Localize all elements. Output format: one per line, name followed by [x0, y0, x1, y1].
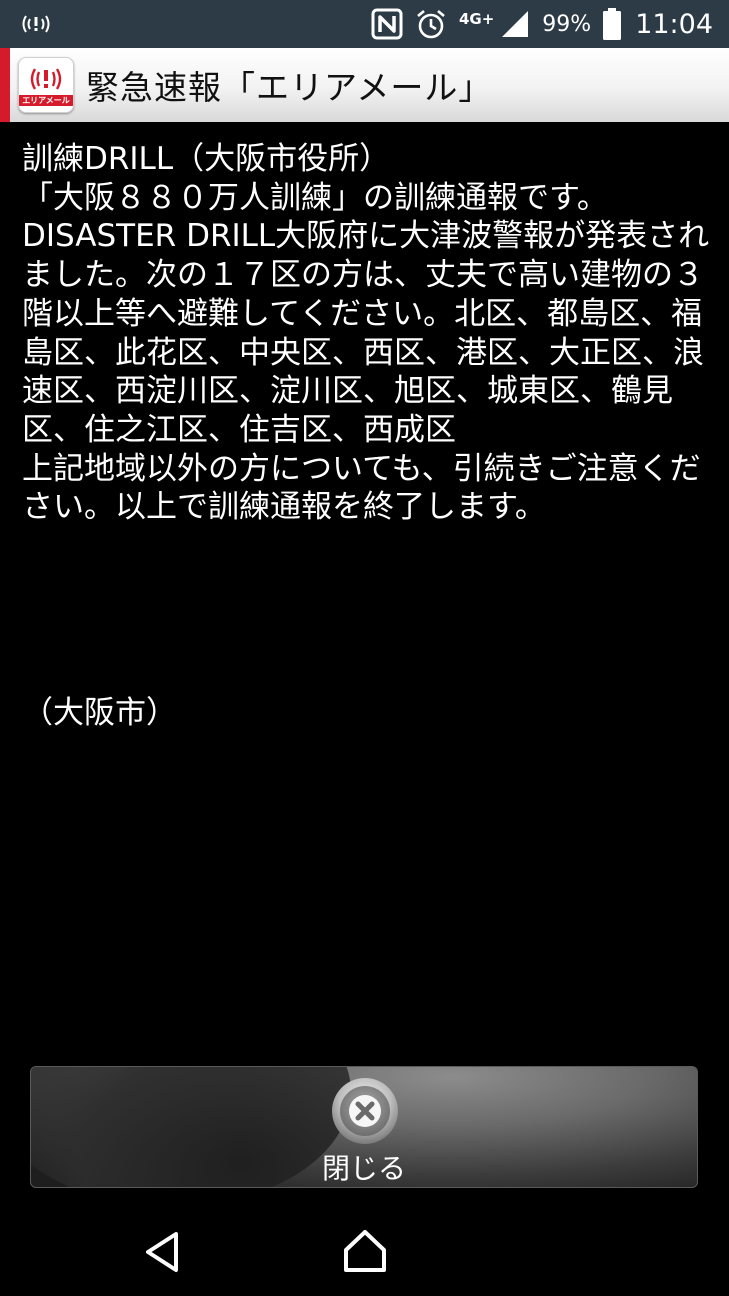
close-button[interactable]: 閉じる — [30, 1066, 698, 1188]
alarm-icon — [415, 8, 447, 40]
clock: 11:04 — [635, 8, 713, 40]
title-accent-bar — [0, 48, 10, 122]
home-icon[interactable] — [342, 1228, 388, 1274]
close-icon — [332, 1078, 398, 1144]
signal-icon — [500, 9, 530, 39]
emergency-alert-icon — [30, 67, 62, 90]
alert-sender: （大阪市） — [22, 695, 177, 731]
network-type: 4G+ — [458, 10, 495, 28]
app-icon-label: エリアメール — [19, 94, 73, 106]
emergency-broadcast-icon — [20, 13, 52, 35]
area-mail-app-icon: エリアメール — [18, 57, 74, 113]
close-button-label: 閉じる — [321, 1152, 406, 1185]
status-bar: 4G+ 99% 11:04 — [0, 0, 729, 48]
nfc-icon — [371, 8, 403, 40]
navigation-bar — [0, 1206, 729, 1296]
back-icon[interactable] — [142, 1230, 182, 1274]
alert-message-body: 訓練DRILL（大阪市役所） 「大阪８８０万人訓練」の訓練通報です。DISAST… — [22, 141, 710, 526]
battery-icon — [603, 8, 622, 40]
battery-percent: 99% — [542, 11, 592, 37]
page-title: 緊急速報「エリアメール」 — [86, 68, 493, 107]
app-title-bar: エリアメール 緊急速報「エリアメール」 — [0, 48, 729, 122]
